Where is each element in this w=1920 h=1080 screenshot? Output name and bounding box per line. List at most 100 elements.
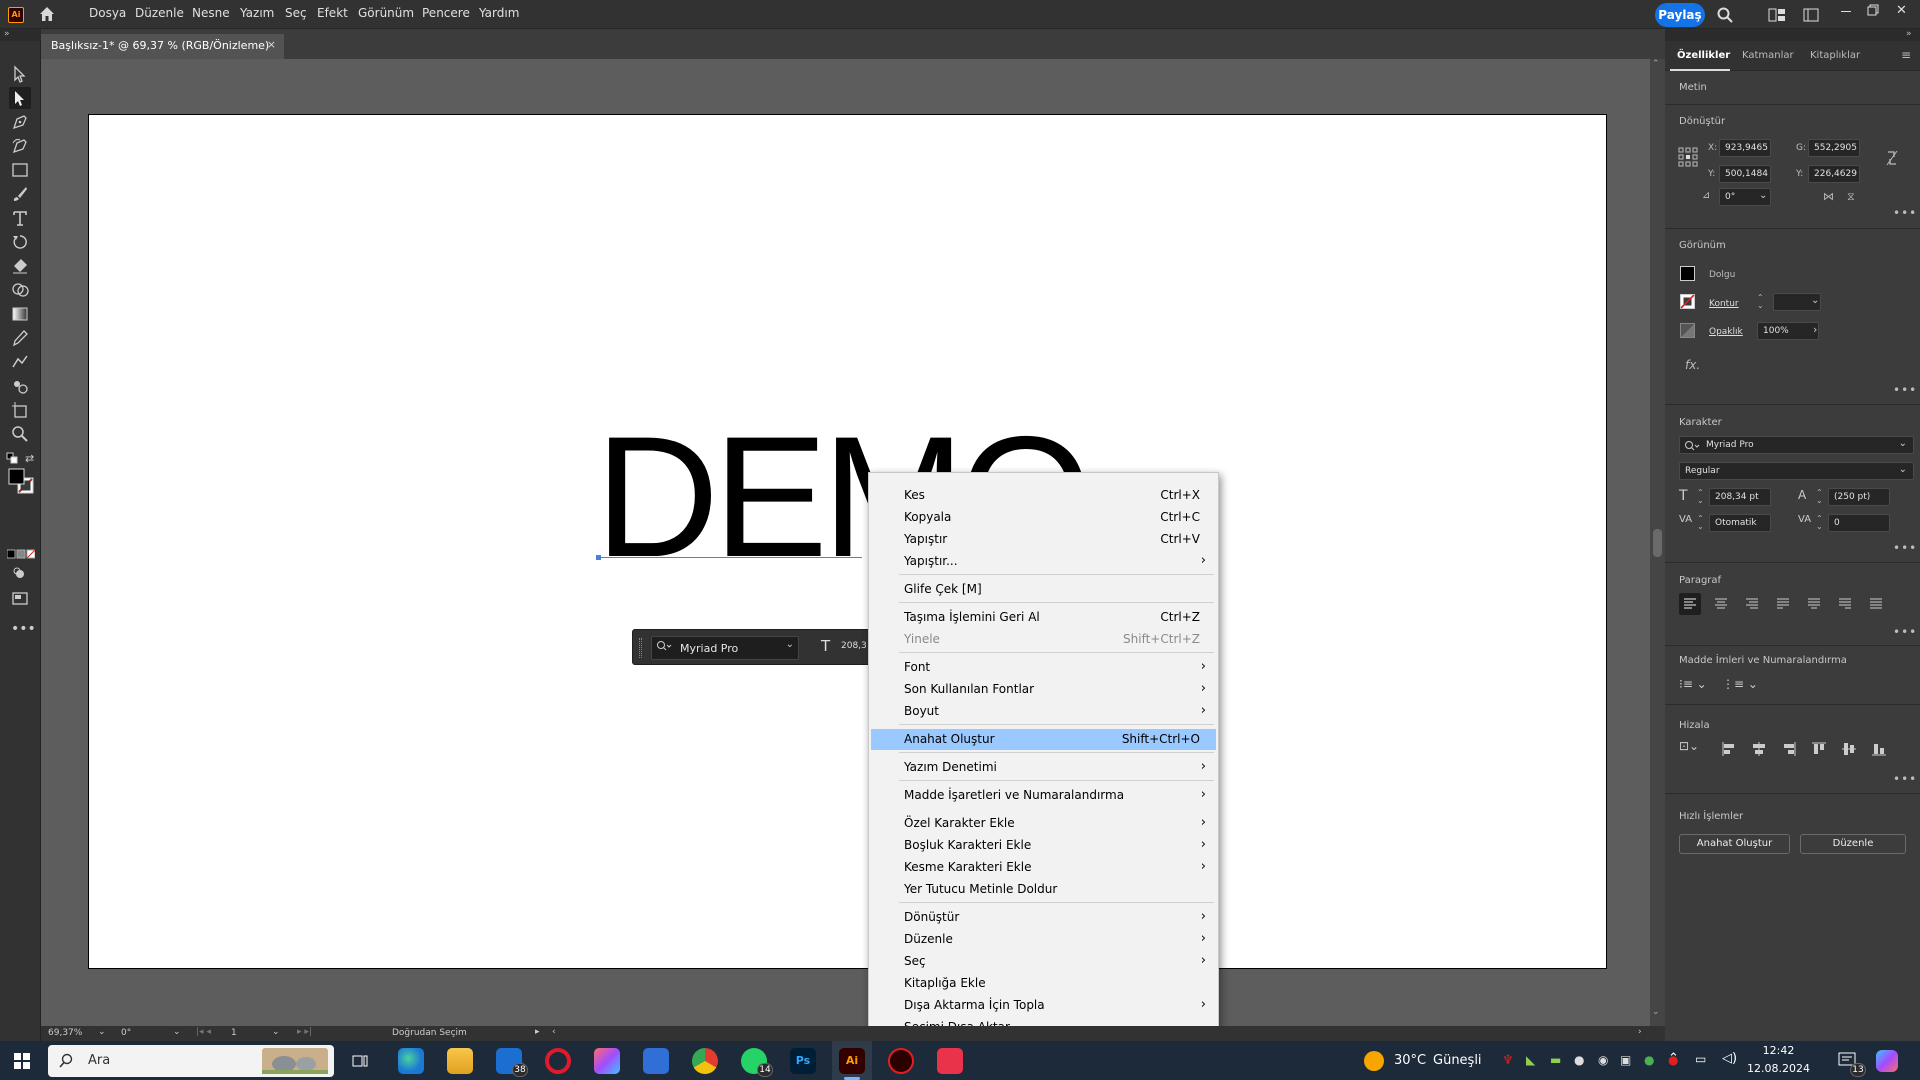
flip-horizontal-icon[interactable]: ⋈ — [1823, 190, 1834, 203]
zoom-level[interactable]: 69,37% — [48, 1028, 82, 1038]
vertical-scrollbar[interactable]: ⌃ ⌄ — [1650, 59, 1665, 1026]
x-input[interactable]: 923,9465 p — [1719, 139, 1771, 157]
symbol-sprayer-tool-icon[interactable] — [9, 375, 31, 397]
stroke-stepper-icon[interactable]: ⌃ ⌄ — [1757, 294, 1764, 310]
fx-icon[interactable]: fx. — [1685, 358, 1700, 372]
pocket-icon[interactable] — [937, 1048, 963, 1074]
gpu-icon[interactable]: ▬ — [1550, 1053, 1561, 1067]
panel-menu-icon[interactable]: ≡ — [1901, 48, 1911, 62]
store-icon[interactable] — [643, 1048, 669, 1074]
status-arrow-icon[interactable]: ▸ — [535, 1027, 540, 1037]
context-menu-item[interactable]: Dışa Aktarma İçin Topla › — [871, 995, 1216, 1016]
kerning-input[interactable]: Otomatik — [1709, 514, 1771, 532]
menu-efekt[interactable]: Efekt — [317, 6, 348, 20]
tracking-stepper-icon[interactable]: ⌃ ⌄ — [1816, 515, 1823, 531]
direct-selection-tool-icon[interactable] — [9, 87, 31, 109]
character-more-icon[interactable]: ••• — [1893, 541, 1917, 555]
character-font-dropdown[interactable]: Myriad Pro ⌄ — [1679, 436, 1914, 454]
network-icon[interactable]: ▭ — [1695, 1052, 1706, 1066]
creative-cloud-icon[interactable] — [594, 1048, 620, 1074]
screen-mode-icon[interactable] — [9, 587, 31, 609]
leading-stepper-icon[interactable]: ⌃ ⌄ — [1816, 489, 1823, 505]
justify-right-icon[interactable] — [1834, 593, 1856, 615]
scroll-right-icon[interactable]: › — [1638, 1027, 1642, 1037]
eraser-tool-icon[interactable] — [9, 255, 31, 277]
menu-gorunum[interactable]: Görünüm — [358, 6, 414, 20]
menu-dosya[interactable]: Dosya — [89, 6, 126, 20]
illustrator-taskbar-active[interactable]: Ai — [832, 1041, 872, 1080]
context-menu-item[interactable]: Taşıma İşlemini Geri Al Ctrl+Z — [871, 607, 1216, 628]
context-menu-item[interactable]: Kitaplığa Ekle — [871, 973, 1216, 994]
y-input[interactable]: 500,1484 p — [1719, 165, 1771, 183]
context-menu-item[interactable]: Düzenle › — [871, 929, 1216, 950]
height-input[interactable]: 226,4629 p — [1808, 165, 1860, 183]
rotation-value[interactable]: 0° — [121, 1028, 131, 1038]
justify-left-icon[interactable] — [1772, 593, 1794, 615]
selection-anchor[interactable] — [596, 555, 601, 560]
context-menu-item[interactable]: Boşluk Karakteri Ekle › — [871, 835, 1216, 856]
rotation-chevron-icon[interactable]: ⌄ — [173, 1027, 181, 1037]
minimize-icon[interactable] — [1841, 11, 1851, 12]
eyedropper-tool-icon[interactable] — [9, 327, 31, 349]
menu-nesne[interactable]: Nesne — [192, 6, 230, 20]
search-highlight-image[interactable] — [262, 1048, 328, 1074]
default-colors-icon[interactable] — [6, 452, 18, 464]
menu-yazim[interactable]: Yazım — [240, 6, 274, 20]
context-menu-item[interactable]: Boyut › — [871, 701, 1216, 722]
font-size-input[interactable]: 208,34 pt — [1709, 488, 1771, 506]
selection-tool-icon[interactable] — [9, 63, 31, 85]
tab-kitapliklar[interactable]: Kitaplıklar — [1810, 50, 1860, 61]
document-tab[interactable]: Başlıksız-1* @ 69,37 % (RGB/Önizleme) × — [41, 34, 284, 59]
kerning-stepper-icon[interactable]: ⌃ ⌄ — [1697, 515, 1704, 531]
vertical-scrollbar-thumb[interactable] — [1653, 529, 1662, 557]
draw-mode-icon[interactable] — [9, 563, 31, 585]
appearance-more-icon[interactable]: ••• — [1893, 383, 1917, 397]
leading-input[interactable]: (250 pt) — [1828, 488, 1890, 506]
clock-time[interactable]: 12:42 — [1751, 1044, 1806, 1057]
context-menu-item[interactable]: Özel Karakter Ekle › — [871, 813, 1216, 834]
justify-all-icon[interactable] — [1865, 593, 1887, 615]
rotation-chevron-icon[interactable]: ⌄ — [1759, 190, 1767, 201]
weather-temperature[interactable]: 30°C — [1394, 1053, 1426, 1068]
rectangle-tool-icon[interactable] — [9, 159, 31, 181]
home-icon[interactable] — [38, 5, 56, 23]
arrange-documents-icon[interactable] — [1803, 8, 1819, 22]
numbered-list-icon[interactable]: ⋮≡ ⌄ — [1722, 677, 1758, 691]
tray-icon-2[interactable]: ◉ — [1598, 1053, 1608, 1067]
swap-colors-icon[interactable]: ⇄ — [25, 452, 34, 465]
copilot-icon[interactable] — [1876, 1050, 1898, 1072]
align-right-icon[interactable] — [1741, 593, 1763, 615]
curvature-tool-icon[interactable] — [9, 135, 31, 157]
tray-overflow-icon[interactable]: ⌃ — [1668, 1051, 1679, 1066]
fill-swatch[interactable] — [1680, 266, 1695, 281]
last-artboard-icon[interactable]: ▸ ▸| — [297, 1027, 312, 1037]
transform-more-icon[interactable]: ••• — [1893, 206, 1917, 220]
align-hcenter-icon[interactable] — [1749, 739, 1769, 759]
weather-sun-icon[interactable] — [1364, 1051, 1384, 1071]
stroke-chevron-icon[interactable]: ⌄ — [1811, 295, 1819, 306]
context-menu-item[interactable]: Son Kullanılan Fontlar › — [871, 679, 1216, 700]
steam-icon[interactable]: ● — [1574, 1053, 1584, 1067]
windows-start-icon[interactable] — [14, 1053, 30, 1069]
bullet-list-icon[interactable]: ⁝≡ ⌄ — [1679, 677, 1707, 691]
tracking-input[interactable]: 0 — [1828, 514, 1890, 532]
clock-date[interactable]: 12.08.2024 — [1746, 1062, 1811, 1075]
align-left-icon[interactable] — [1679, 593, 1701, 615]
context-menu-item[interactable]: Font › — [871, 657, 1216, 678]
context-menu-item[interactable]: Madde İşaretleri ve Numaralandırma › — [871, 785, 1216, 806]
opacity-label[interactable]: Opaklık — [1709, 327, 1743, 337]
edge-icon[interactable] — [398, 1048, 424, 1074]
scroll-left-icon[interactable]: ‹ — [552, 1027, 556, 1037]
rotate-tool-icon[interactable] — [9, 231, 31, 253]
task-view-icon[interactable] — [352, 1053, 368, 1069]
volume-icon[interactable]: ◁) — [1722, 1051, 1737, 1066]
record-app-icon[interactable] — [888, 1048, 914, 1074]
context-menu-item[interactable]: Kopyala Ctrl+C — [871, 507, 1216, 528]
zoom-tool-icon[interactable] — [9, 423, 31, 445]
type-tool-icon[interactable] — [9, 207, 31, 229]
opacity-arrow-icon[interactable]: › — [1813, 323, 1817, 336]
font-size-value[interactable]: 208,3 — [841, 641, 867, 651]
collapse-panel-icon[interactable]: » — [1906, 29, 1912, 39]
font-style-dropdown[interactable]: Regular ⌄ — [1679, 462, 1914, 480]
paintbrush-tool-icon[interactable] — [9, 183, 31, 205]
